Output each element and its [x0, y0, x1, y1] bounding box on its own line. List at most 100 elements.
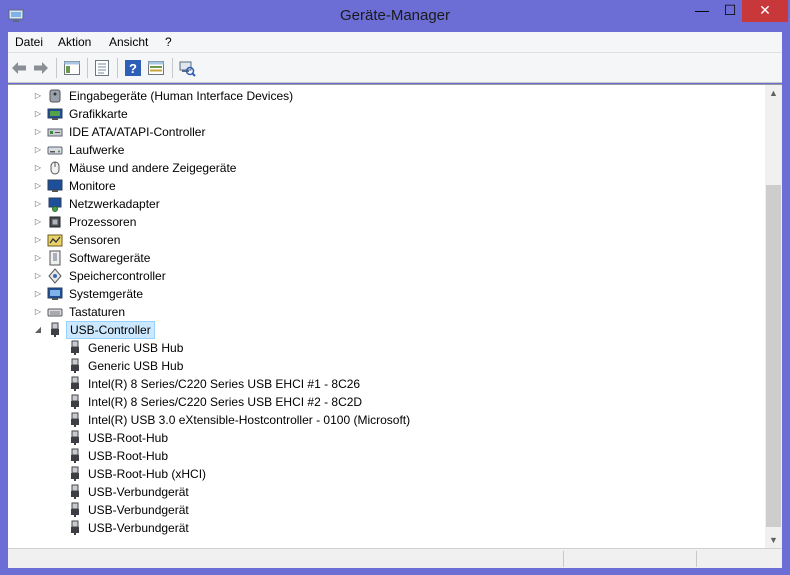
tree-device-label: USB-Root-Hub	[88, 449, 169, 463]
back-icon[interactable]	[10, 59, 28, 77]
menu-datei[interactable]: Datei	[15, 35, 43, 49]
tree-category-disk-drive[interactable]: ▷ Laufwerke	[8, 141, 748, 159]
usb-icon	[71, 520, 79, 535]
expand-arrow-icon[interactable]: ▷	[33, 163, 43, 173]
menu-ansicht[interactable]: Ansicht	[109, 35, 148, 49]
expand-arrow-icon[interactable]: ▷	[33, 253, 43, 263]
tree-category-monitor[interactable]: ▷ Monitore	[8, 177, 748, 195]
usb-icon	[71, 394, 79, 409]
menu-bar: Datei Aktion Ansicht ?	[8, 32, 782, 53]
tree-category-label: Softwaregeräte	[69, 251, 151, 265]
tree-category-sensor[interactable]: ▷ Sensoren	[8, 231, 748, 249]
tree-device-item[interactable]: USB-Verbundgerät	[8, 501, 748, 519]
display-adapter-icon	[47, 108, 63, 120]
tree-category-network-adapter[interactable]: ▷ Netzwerkadapter	[8, 195, 748, 213]
help-icon[interactable]: ?	[124, 59, 142, 77]
expand-arrow-icon[interactable]: ▷	[33, 181, 43, 191]
vertical-scrollbar[interactable]: ▲ ▼	[765, 85, 782, 549]
usb-icon	[71, 358, 79, 373]
tree-category-label: Speichercontroller	[69, 269, 166, 283]
tree-device-label: USB-Verbundgerät	[88, 521, 189, 535]
tree-device-label: Generic USB Hub	[88, 341, 184, 355]
expand-arrow-icon[interactable]: ▷	[33, 145, 43, 155]
collapse-arrow-icon[interactable]: ◢	[33, 325, 43, 335]
menu-aktion[interactable]: Aktion	[58, 35, 91, 49]
scroll-up-icon[interactable]: ▲	[765, 85, 782, 102]
expand-arrow-icon[interactable]: ▷	[33, 127, 43, 137]
tree-category-processor[interactable]: ▷ Prozessoren	[8, 213, 748, 231]
tree-device-label: Intel(R) USB 3.0 eXtensible-Hostcontroll…	[88, 413, 411, 427]
tree-category-display-adapter[interactable]: ▷ Grafikkarte	[8, 105, 748, 123]
tree-device-label: USB-Root-Hub (xHCI)	[88, 467, 207, 481]
view-icon[interactable]	[147, 59, 165, 77]
tree-device-item[interactable]: USB-Verbundgerät	[8, 519, 748, 537]
expand-arrow-icon[interactable]: ▷	[33, 235, 43, 245]
expand-arrow-icon[interactable]: ▷	[33, 217, 43, 227]
scan-hardware-icon[interactable]	[178, 59, 196, 77]
tree-category-system-device[interactable]: ▷ Systemgeräte	[8, 285, 748, 303]
tree-device-item[interactable]: Intel(R) 8 Series/C220 Series USB EHCI #…	[8, 375, 748, 393]
tree-device-item[interactable]: Intel(R) USB 3.0 eXtensible-Hostcontroll…	[8, 411, 748, 429]
scroll-down-icon[interactable]: ▼	[765, 532, 782, 549]
tree-category-hid[interactable]: ▷ Eingabegeräte (Human Interface Devices)	[8, 87, 748, 105]
tree-category-label: Systemgeräte	[69, 287, 144, 301]
tree-category-software-device[interactable]: ▷ Softwaregeräte	[8, 249, 748, 267]
tree-device-item[interactable]: USB-Root-Hub (xHCI)	[8, 465, 748, 483]
show-hide-tree-icon[interactable]	[63, 59, 81, 77]
toolbar-separator	[56, 58, 57, 78]
tree-device-item[interactable]: USB-Verbundgerät	[8, 483, 748, 501]
tree-device-item[interactable]: Generic USB Hub	[8, 339, 748, 357]
toolbar: ?	[8, 53, 782, 83]
tree-category-label: Mäuse und andere Zeigegeräte	[69, 161, 237, 175]
expand-arrow-icon[interactable]: ▷	[33, 109, 43, 119]
usb-icon	[71, 412, 79, 427]
tree-device-item[interactable]: Intel(R) 8 Series/C220 Series USB EHCI #…	[8, 393, 748, 411]
maximize-button[interactable]: ☐	[716, 0, 744, 22]
forward-icon[interactable]	[32, 59, 50, 77]
tree-category-mouse[interactable]: ▷ Mäuse und andere Zeigegeräte	[8, 159, 748, 177]
device-tree[interactable]: ▷ Eingabegeräte (Human Interface Devices)…	[8, 85, 764, 549]
title-bar[interactable]: Geräte-Manager — ☐ ✕	[0, 0, 790, 32]
tree-device-item[interactable]: USB-Root-Hub	[8, 447, 748, 465]
sensor-icon	[47, 234, 63, 247]
expand-arrow-icon[interactable]: ▷	[33, 289, 43, 299]
menu-help[interactable]: ?	[165, 35, 172, 49]
status-bar	[8, 548, 782, 568]
status-divider	[696, 551, 697, 567]
tree-category-keyboard[interactable]: ▷ Tastaturen	[8, 303, 748, 321]
properties-icon[interactable]	[93, 59, 111, 77]
close-button[interactable]: ✕	[742, 0, 788, 22]
tree-category-label: Monitore	[69, 179, 116, 193]
toolbar-separator	[172, 58, 173, 78]
hid-icon	[49, 89, 61, 103]
usb-icon	[71, 466, 79, 481]
tree-device-item[interactable]: Generic USB Hub	[8, 357, 748, 375]
expand-arrow-icon[interactable]: ▷	[33, 91, 43, 101]
svg-text:?: ?	[129, 61, 137, 76]
tree-category-label: Tastaturen	[69, 305, 126, 319]
expand-arrow-icon[interactable]: ▷	[33, 199, 43, 209]
tree-device-label: Generic USB Hub	[88, 359, 184, 373]
scrollbar-thumb[interactable]	[766, 185, 781, 527]
expand-arrow-icon[interactable]: ▷	[33, 271, 43, 281]
tree-category-storage-controller[interactable]: ▷ Speichercontroller	[8, 267, 748, 285]
toolbar-separator	[117, 58, 118, 78]
processor-icon	[49, 216, 61, 228]
window-title: Geräte-Manager	[339, 7, 451, 24]
tree-device-item[interactable]: USB-Root-Hub	[8, 429, 748, 447]
usb-icon	[71, 376, 79, 391]
tree-category-label: Laufwerke	[69, 143, 125, 157]
tree-category-ide-controller[interactable]: ▷ IDE ATA/ATAPI-Controller	[8, 123, 748, 141]
tree-device-label: USB-Root-Hub	[88, 431, 169, 445]
usb-icon	[71, 340, 79, 355]
software-device-icon	[49, 250, 61, 266]
minimize-button[interactable]: —	[688, 0, 716, 22]
tree-category-label: IDE ATA/ATAPI-Controller	[69, 125, 206, 139]
ide-controller-icon	[47, 128, 63, 137]
usb-icon	[51, 322, 59, 337]
tree-category-label: USB-Controller	[66, 321, 155, 339]
expand-arrow-icon[interactable]: ▷	[33, 307, 43, 317]
system-device-icon	[47, 287, 63, 300]
network-adapter-icon	[48, 197, 62, 212]
tree-category-usb[interactable]: ◢ USB-Controller	[8, 321, 748, 339]
